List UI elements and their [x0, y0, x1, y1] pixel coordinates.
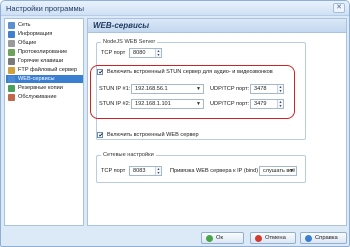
nodejs-tcp-value: 8080	[133, 50, 146, 56]
log-icon	[8, 48, 15, 56]
sidebar-item-label: Сеть	[18, 22, 31, 28]
gear-icon	[8, 39, 15, 47]
help-icon	[305, 234, 312, 242]
cancel-icon	[255, 234, 262, 242]
keyboard-icon	[8, 57, 15, 65]
sidebar-item[interactable]: Протоколирование	[6, 48, 83, 56]
chevron-down-icon: ▼	[289, 168, 294, 174]
close-icon[interactable]: ✕	[333, 3, 345, 13]
nodejs-tcp-input[interactable]: 8080 ▲ ▼	[129, 48, 162, 58]
sidebar-item-label: Резервные копии	[18, 85, 63, 91]
sidebar-item[interactable]: Сеть	[6, 21, 83, 29]
maintenance-icon	[8, 93, 15, 101]
ok-button-label: Ок	[216, 235, 224, 241]
network-tcp-spinner[interactable]: ▲ ▼	[155, 167, 161, 175]
cancel-button[interactable]: Отмена	[250, 232, 296, 244]
stun-highlight-frame	[90, 65, 295, 119]
sidebar-item-label: Горячие клавиши	[18, 58, 64, 64]
sidebar-item-label: Обслуживание	[18, 94, 57, 100]
ftp-icon	[8, 66, 15, 74]
settings-window: Настройки программы ✕ Сеть Информация Общи…	[0, 0, 350, 247]
sidebar-item-label: Информация	[18, 31, 53, 37]
nodejs-tcp-spinner[interactable]: ▲ ▼	[155, 49, 161, 57]
web-server-checkbox[interactable]: ✔	[97, 132, 104, 139]
nodejs-group-title: NodeJS WEB Server	[101, 39, 158, 45]
settings-sidebar: Сеть Информация Общие Протоколирование Горяч…	[4, 18, 84, 226]
sidebar-item[interactable]: Обслуживание	[6, 93, 83, 101]
ok-check-icon	[206, 234, 213, 242]
backup-icon	[8, 84, 15, 92]
info-icon	[8, 30, 15, 38]
nodejs-tcp-label: TCP порт	[101, 50, 126, 56]
panel-title: WEB-сервисы	[93, 21, 150, 30]
sidebar-item-label: FTP файловый сервер	[18, 67, 78, 73]
sidebar-item[interactable]: WEB-сервисы	[6, 75, 83, 83]
bind-select[interactable]: слушать всё ▼	[259, 166, 297, 176]
sidebar-item-label: Общие	[18, 40, 37, 46]
web-server-checkbox-label: Включить встроенный WEB сервер	[107, 132, 199, 138]
checkmark-icon: ✔	[98, 132, 104, 139]
sidebar-item-label: Протоколирование	[18, 49, 68, 55]
help-button-label: Справка	[315, 235, 338, 241]
network-tcp-input[interactable]: 8083 ▲ ▼	[129, 166, 162, 176]
sidebar-item[interactable]: Информация	[6, 30, 83, 38]
network-group-title: Сетевые настройки	[101, 152, 156, 158]
panel-header: WEB-сервисы	[88, 19, 346, 33]
cancel-button-label: Отмена	[265, 235, 286, 241]
sidebar-item[interactable]: Горячие клавиши	[6, 57, 83, 65]
sidebar-item-label: WEB-сервисы	[18, 76, 55, 82]
sidebar-item[interactable]: Резервные копии	[6, 84, 83, 92]
help-button[interactable]: Справка	[300, 232, 347, 244]
title-bar: Настройки программы ✕	[1, 1, 349, 16]
sidebar-item[interactable]: FTP файловый сервер	[6, 66, 83, 74]
web-icon	[8, 75, 15, 83]
network-tcp-label: TCP порт	[101, 168, 126, 174]
settings-panel: WEB-сервисы NodeJS WEB Server TCP порт 8…	[87, 18, 347, 226]
ok-button[interactable]: Ок	[201, 232, 244, 244]
bind-label: Привязка WEB сервера к IP (bind)	[170, 168, 259, 174]
network-tcp-value: 8083	[133, 168, 146, 174]
sidebar-item[interactable]: Общие	[6, 39, 83, 47]
window-title: Настройки программы	[6, 4, 85, 13]
network-icon	[8, 21, 15, 29]
